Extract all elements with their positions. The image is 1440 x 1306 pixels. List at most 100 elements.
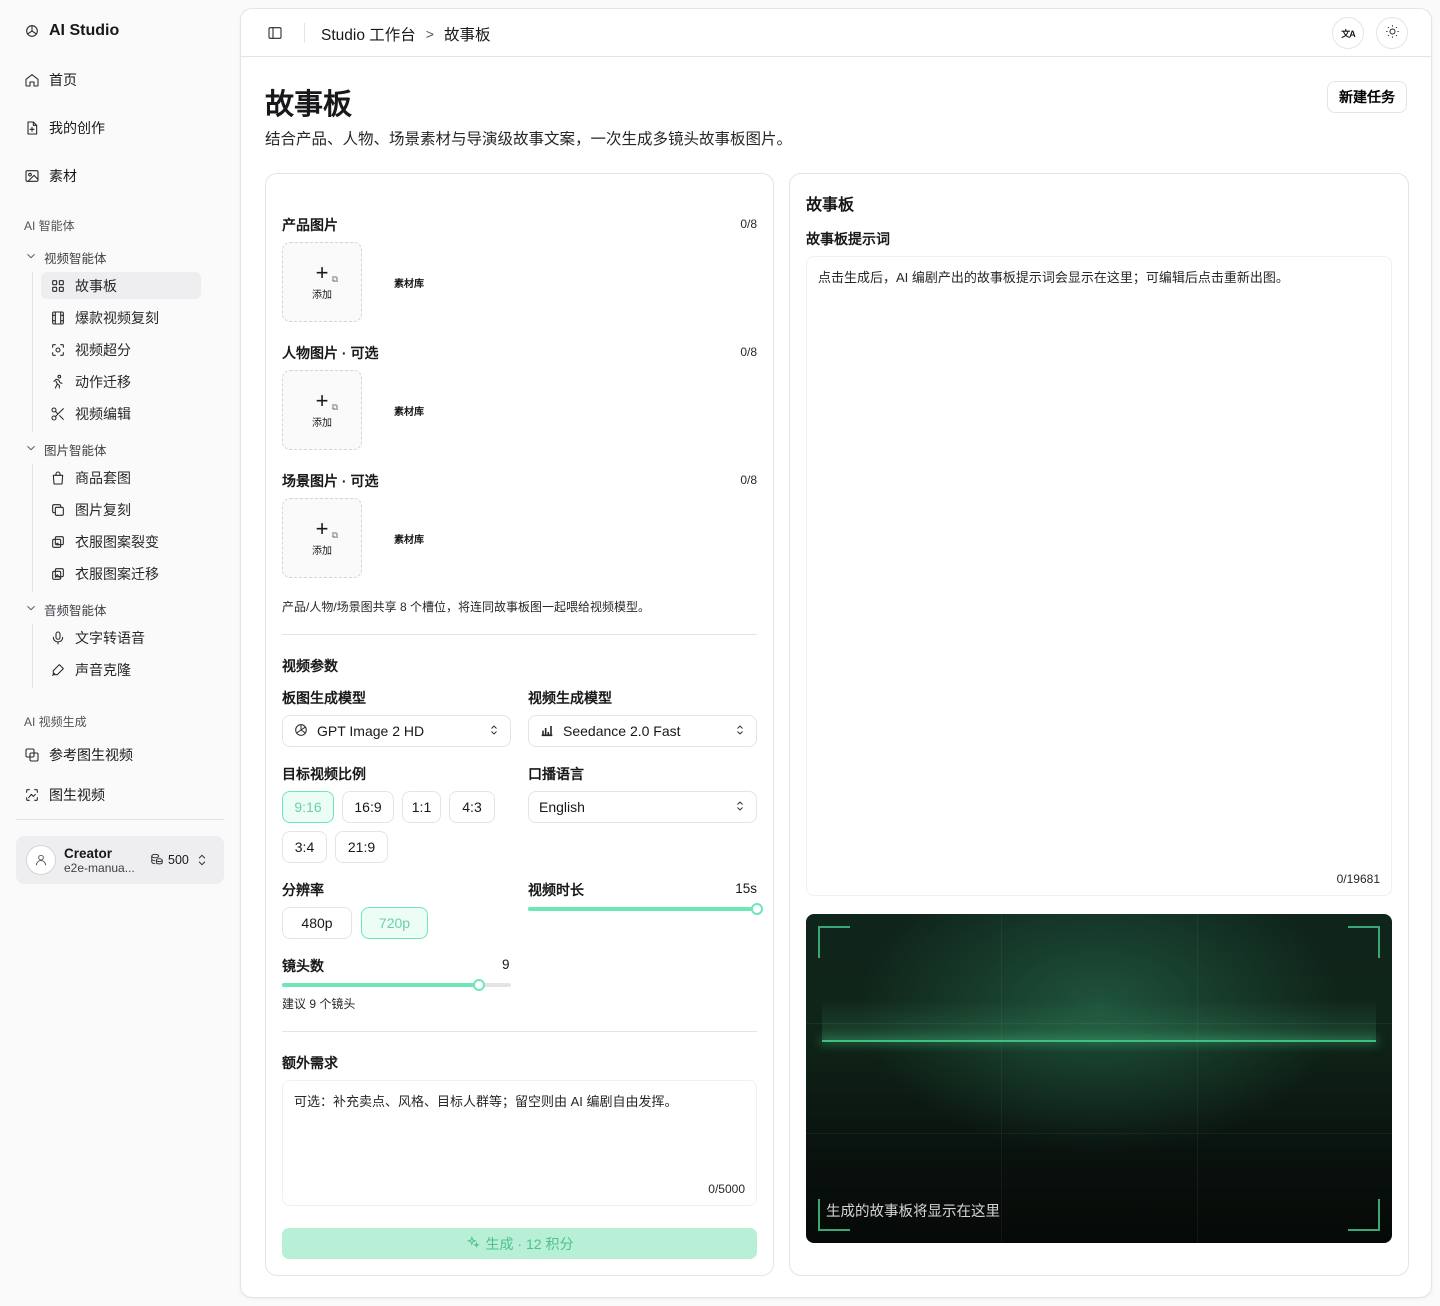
breadcrumb-separator: >	[425, 26, 434, 42]
storyboard-card: 故事板 故事板提示词 点击生成后，AI 编剧产出的故事板提示词会显示在这里；可编…	[789, 173, 1409, 1276]
slots-note: 产品/人物/场景图共享 8 个槽位，将连同故事板图一起喂给视频模型。	[282, 600, 651, 614]
product-library-link[interactable]: 素材库	[394, 275, 424, 290]
user-menu[interactable]: Creator e2e-manua... 500	[16, 836, 224, 884]
storyboard-preview: 生成的故事板将显示在这里	[806, 914, 1392, 1243]
storyboard-prompt-label: 故事板提示词	[806, 231, 890, 247]
brand[interactable]: AI Studio	[24, 22, 119, 40]
nav-image-to-video[interactable]: 图生视频	[16, 779, 224, 811]
ratio-option-9-16[interactable]: 9:16	[282, 791, 334, 823]
sidebar-item-label: 声音克隆	[75, 661, 131, 678]
shots-slider-thumb[interactable]	[472, 979, 485, 991]
film-icon	[50, 310, 66, 326]
resolution-option-720p[interactable]: 720p	[361, 907, 428, 939]
sidebar-item-image-copy[interactable]: 图片复刻	[41, 496, 201, 523]
bar-chart-icon	[539, 722, 555, 741]
breadcrumb-root[interactable]: Studio 工作台	[321, 23, 416, 45]
group-audio-agents[interactable]: 音频智能体	[24, 600, 107, 619]
sidebar-item-text-to-speech[interactable]: 文字转语音	[41, 624, 201, 651]
ratio-option-1-1[interactable]: 1:1	[402, 791, 441, 823]
new-task-button[interactable]: 新建任务	[1327, 81, 1407, 113]
sidebar: AI Studio 首页 我的创作 素材 AI 智能体 视频智能体 故事板 爆款…	[0, 0, 240, 1306]
board-model-select[interactable]: GPT Image 2 HD	[282, 715, 511, 747]
section-ai-video: AI 视频生成	[24, 715, 87, 729]
brand-name: AI Studio	[49, 22, 120, 39]
video-model-select[interactable]: Seedance 2.0 Fast	[528, 715, 757, 747]
preview-corner-bracket	[1348, 1199, 1380, 1231]
chevron-down-icon	[24, 601, 38, 618]
language-button[interactable]: 文A	[1332, 17, 1364, 49]
plus-icon: + ⧉	[315, 260, 338, 285]
sidebar-item-storyboard[interactable]: 故事板	[41, 272, 201, 299]
board-model-label: 板图生成模型	[282, 690, 366, 706]
shots-slider-fill	[282, 983, 479, 987]
extra-requirements-placeholder: 可选：补充卖点、风格、目标人群等；留空则由 AI 编剧自由发挥。	[294, 1094, 678, 1109]
breadcrumb: Studio 工作台 > 故事板	[321, 23, 490, 45]
audio-agents-list: 文字转语音 声音克隆	[32, 624, 201, 688]
duration-slider-thumb[interactable]	[751, 903, 763, 915]
shots-hint: 建议 9 个镜头	[282, 997, 356, 1011]
add-label: 添加	[312, 418, 332, 429]
scene-upload-button[interactable]: + ⧉ 添加	[282, 498, 362, 578]
board-model-value: GPT Image 2 HD	[317, 723, 425, 739]
running-person-icon	[50, 374, 66, 390]
nav-my-creations-label: 我的创作	[49, 120, 105, 136]
sidebar-item-label: 衣服图案迁移	[75, 565, 159, 582]
nav-reference-to-video[interactable]: 参考图生视频	[16, 739, 224, 771]
resolution-option-480p[interactable]: 480p	[282, 907, 352, 939]
chevron-down-icon	[24, 249, 38, 266]
ratio-option-16-9[interactable]: 16:9	[342, 791, 394, 823]
ratio-option-21-9[interactable]: 21:9	[335, 831, 388, 863]
shots-slider[interactable]	[282, 979, 511, 991]
sidebar-item-label: 文字转语音	[75, 629, 145, 646]
chevrons-up-down-icon	[734, 799, 746, 815]
shots-label: 镜头数	[282, 958, 324, 974]
nav-assets[interactable]: 素材	[16, 160, 224, 192]
sidebar-item-pattern-variation[interactable]: 衣服图案裂变	[41, 528, 201, 555]
group-video-agents[interactable]: 视频智能体	[24, 248, 107, 267]
person-upload-button[interactable]: + ⧉ 添加	[282, 370, 362, 450]
nav-my-creations[interactable]: 我的创作	[16, 112, 224, 144]
sidebar-item-video-upscale[interactable]: 视频超分	[41, 336, 201, 363]
duration-slider[interactable]	[528, 903, 763, 915]
generate-button[interactable]: 生成 · 12 积分	[282, 1228, 757, 1259]
add-label: 添加	[312, 290, 332, 301]
language-select[interactable]: English	[528, 791, 757, 823]
product-upload-button[interactable]: + ⧉ 添加	[282, 242, 362, 322]
nav-home[interactable]: 首页	[16, 64, 224, 96]
microphone-icon	[50, 630, 66, 646]
sidebar-item-product-set[interactable]: 商品套图	[41, 464, 201, 491]
sidebar-item-motion-transfer[interactable]: 动作迁移	[41, 368, 201, 395]
plus-icon: + ⧉	[315, 388, 338, 413]
sidebar-item-pattern-transfer[interactable]: 衣服图案迁移	[41, 560, 201, 587]
person-library-link[interactable]: 素材库	[394, 403, 424, 418]
copy-icon	[50, 502, 66, 518]
image-icon	[24, 168, 40, 184]
nav-home-label: 首页	[49, 72, 77, 88]
group-image-agents[interactable]: 图片智能体	[24, 440, 107, 459]
generate-button-label: 生成 · 12 积分	[485, 1235, 574, 1252]
storyboard-prompt-input[interactable]: 点击生成后，AI 编剧产出的故事板提示词会显示在这里；可编辑后点击重新出图。 0…	[806, 256, 1392, 896]
chevrons-up-down-icon	[488, 723, 500, 739]
theme-button[interactable]	[1376, 17, 1408, 49]
scene-library-link[interactable]: 素材库	[394, 531, 424, 546]
sparkles-icon	[466, 1235, 480, 1252]
person-images-label: 人物图片 · 可选	[282, 345, 379, 361]
ratio-option-3-4[interactable]: 3:4	[282, 831, 327, 863]
preview-corner-bracket	[1348, 926, 1380, 958]
sidebar-item-label: 视频超分	[75, 341, 131, 358]
ratio-option-4-3[interactable]: 4:3	[449, 791, 495, 823]
sidebar-item-viral-video-copy[interactable]: 爆款视频复刻	[41, 304, 201, 331]
duration-value: 15s	[735, 881, 757, 896]
user-email: e2e-manua...	[64, 860, 135, 875]
sidebar-toggle-icon[interactable]	[267, 25, 283, 41]
credits-value: 500	[168, 853, 189, 867]
sidebar-item-video-edit[interactable]: 视频编辑	[41, 400, 201, 427]
preview-grid-line	[1197, 914, 1198, 1243]
group-audio-label: 音频智能体	[44, 604, 107, 618]
duration-label: 视频时长	[528, 882, 584, 898]
sidebar-item-voice-clone[interactable]: 声音克隆	[41, 656, 201, 683]
resolution-label: 分辨率	[282, 882, 324, 898]
images-icon	[24, 747, 40, 763]
home-icon	[24, 72, 40, 88]
extra-requirements-input[interactable]: 可选：补充卖点、风格、目标人群等；留空则由 AI 编剧自由发挥。 0/5000	[282, 1080, 757, 1206]
